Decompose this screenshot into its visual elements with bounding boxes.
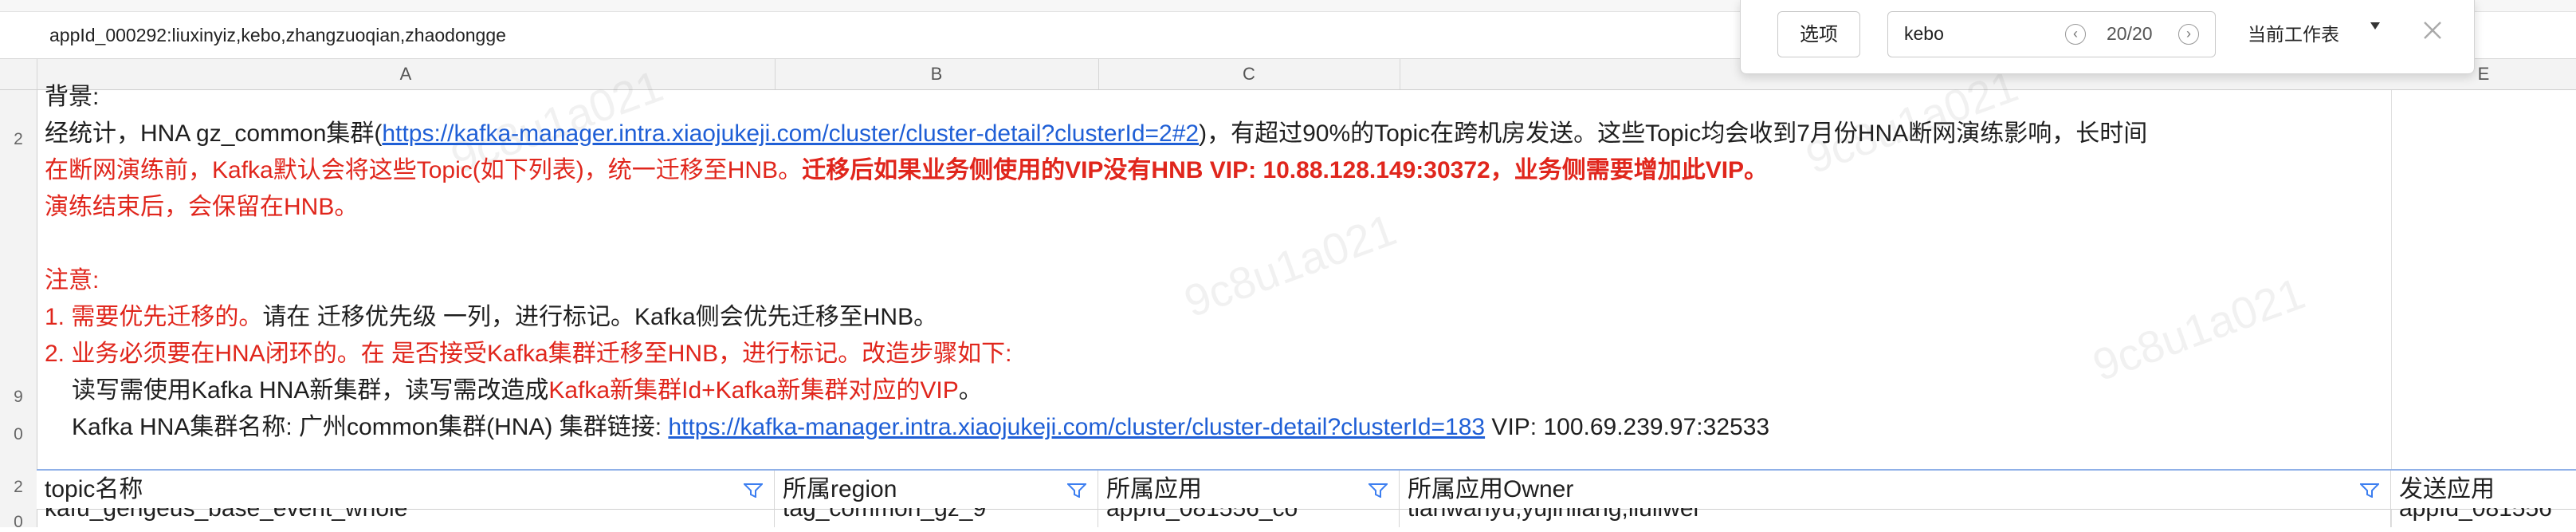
text-line-10: Kafka HNA集群名称: 广州common集群(HNA) 集群链接: htt… [72, 410, 1769, 445]
text-line-8: 2. 业务必须要在HNA闭环的。在 是否接受Kafka集群迁移至HNB，进行标记… [45, 341, 1012, 367]
filter-icon[interactable] [1368, 483, 1388, 498]
watermark: 9c8u1a021 [1177, 203, 1403, 327]
column-header-c[interactable]: C [1098, 59, 1400, 89]
header-label: topic名称 [45, 476, 143, 502]
header-cell-owner[interactable]: 所属应用Owner [1400, 471, 2391, 509]
find-panel: 选项 kebo ‹ 20/20 › 当前工作表 [1740, 0, 2475, 74]
chevron-down-icon[interactable] [2370, 22, 2380, 30]
table-header-row: topic名称 所属region 所属应用 所属应用Owner 发送应用 [37, 469, 2576, 510]
options-button[interactable]: 选项 [1777, 11, 1860, 57]
text-segment: 请在 迁移优先级 一列，进行标记。Kafka侧会优先迁移至HNB。 [262, 304, 938, 330]
header-label: 发送应用 [2399, 476, 2495, 502]
table-cell[interactable]: tianwanyu,yujinliang,liuliwei [1400, 508, 2391, 527]
select-all-corner[interactable] [0, 59, 37, 89]
row-number[interactable]: 9 [0, 388, 37, 407]
close-icon[interactable] [2420, 18, 2445, 43]
row-number[interactable]: 2 [0, 130, 37, 149]
search-scope-select[interactable]: 当前工作表 [2248, 19, 2339, 46]
text-segment-bold: 迁移后如果业务侧使用的VIP没有HNB VIP: 10.88.128.149:3… [802, 157, 1769, 183]
text-line-4: 演练结束后，会保留在HNB。 [45, 194, 359, 220]
table-cell[interactable]: kafu_gengeus_base_event_whole [37, 508, 775, 527]
table-cell[interactable]: tag_common_gz_9 [775, 508, 1098, 527]
filter-icon[interactable] [1067, 483, 1086, 498]
filter-icon[interactable] [744, 483, 763, 498]
grid-line [2391, 90, 2392, 527]
text-segment: 在断网演练前，Kafka默认会将这些Topic(如下列表)，统一迁移至HNB。 [45, 157, 803, 183]
text-segment: )，有超过90%的Topic在跨机房发送。这些Topic均会收到7月份HNA断网… [1199, 120, 2148, 147]
hna-cluster-link[interactable]: https://kafka-manager.intra.xiaojukeji.c… [668, 414, 1485, 440]
row-header-column: 2 9 0 2 0 [0, 90, 37, 531]
text-segment: Kafka新集群Id+Kafka新集群对应的VIP [548, 377, 959, 404]
text-segment: 1. 需要优先迁移的。 [45, 304, 263, 330]
text-background-heading: 背景: [45, 84, 100, 110]
text-line-2: 经统计，HNA gz_common集群(https://kafka-manage… [45, 116, 2147, 152]
table-cell[interactable]: appId_081556 [2391, 508, 2576, 527]
header-cell-app[interactable]: 所属应用 [1098, 471, 1400, 509]
text-line-3: 在断网演练前，Kafka默认会将这些Topic(如下列表)，统一迁移至HNB。迁… [45, 153, 1768, 188]
match-count: 20/20 [2107, 23, 2153, 44]
text-segment: 。 [958, 377, 983, 404]
table-row[interactable]: kafu_gengeus_base_event_whole tag_common… [37, 508, 2576, 527]
header-label: 所属应用 [1106, 476, 1202, 502]
text-segment: 经统计，HNA gz_common集群( [45, 120, 383, 147]
header-cell-topic[interactable]: topic名称 [37, 471, 775, 509]
watermark: 9c8u1a021 [2086, 267, 2311, 391]
text-segment: 读写需使用Kafka HNA新集群，读写需改造成 [72, 377, 549, 404]
previous-match-icon[interactable]: ‹ [2065, 24, 2086, 45]
column-header-a[interactable]: A [37, 59, 776, 89]
filter-icon[interactable] [2360, 483, 2379, 498]
next-match-icon[interactable]: › [2178, 24, 2199, 45]
row-number[interactable]: 2 [0, 478, 37, 497]
header-label: 所属region [783, 476, 897, 502]
gz-common-cluster-link[interactable]: https://kafka-manager.intra.xiaojukeji.c… [382, 120, 1199, 147]
text-note-heading: 注意: [45, 267, 100, 294]
text-line-7: 1. 需要优先迁移的。请在 迁移优先级 一列，进行标记。Kafka侧会优先迁移至… [45, 300, 937, 335]
column-header-b[interactable]: B [775, 59, 1099, 89]
formula-bar-content[interactable]: appId_000292:liuxinyiz,kebo,zhangzuoqian… [49, 25, 506, 46]
text-line-9: 读写需使用Kafka HNA新集群，读写需改造成Kafka新集群Id+Kafka… [72, 373, 983, 408]
text-segment: VIP: 100.69.239.97:32533 [1485, 414, 1770, 440]
header-cell-sender-app[interactable]: 发送应用 [2391, 471, 2576, 509]
text-segment: Kafka HNA集群名称: 广州common集群(HNA) 集群链接: [72, 414, 669, 440]
row-number[interactable]: 0 [0, 425, 37, 444]
table-cell[interactable]: appId_081556_co [1098, 508, 1400, 527]
header-cell-region[interactable]: 所属region [775, 471, 1098, 509]
search-input[interactable]: kebo ‹ 20/20 › [1887, 11, 2216, 57]
search-value[interactable]: kebo [1904, 23, 1944, 45]
row-number[interactable]: 0 [0, 513, 37, 532]
header-label: 所属应用Owner [1408, 476, 1574, 502]
